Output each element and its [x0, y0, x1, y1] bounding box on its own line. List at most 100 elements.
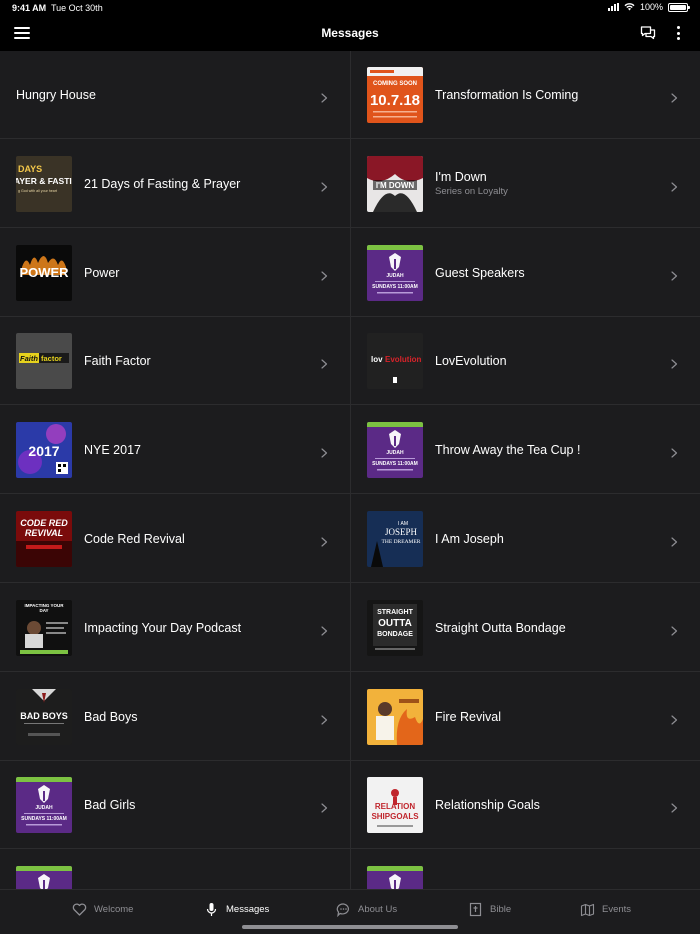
message-artwork	[367, 688, 423, 745]
svg-text:10.7.18: 10.7.18	[370, 92, 420, 109]
message-list-item[interactable]: I'M DOWN I'm Down Series on Loyalty	[351, 140, 700, 228]
status-bar: 9:41 AM Tue Oct 30th 100%	[0, 0, 700, 16]
svg-text:SUNDAYS 11:00AM: SUNDAYS 11:00AM	[372, 284, 418, 290]
message-title: I'm Down	[435, 169, 487, 184]
message-list-item[interactable]: JUDAH SUNDAYS 11:00AM	[0, 850, 350, 889]
message-artwork: JUDAH SUNDAYS 11:00AM	[16, 866, 72, 889]
tab-bible[interactable]: Bible	[468, 900, 511, 918]
message-title: I Am Joseph	[435, 532, 504, 546]
chevron-right-icon	[671, 534, 678, 547]
svg-text:JUDAH: JUDAH	[35, 805, 53, 811]
chevron-right-icon	[321, 356, 328, 369]
message-list-item[interactable]: Hungry House	[0, 51, 350, 139]
chevron-right-icon	[321, 268, 328, 281]
message-list-item[interactable]: STRAIGHT OUTTA BONDAGE Straight Outta Bo…	[351, 584, 700, 672]
battery-percent: 100%	[639, 2, 663, 12]
message-list-item[interactable]: Faith factor Faith Factor	[0, 317, 350, 406]
message-list-item[interactable]: 2017 NYE 2017	[0, 406, 350, 495]
tab-label: Bible	[490, 903, 512, 915]
message-artwork: BAD BOYS	[16, 688, 72, 745]
message-title: Impacting Your Day Podcast	[84, 620, 242, 635]
microphone-icon	[206, 902, 217, 916]
cellular-signal-icon	[607, 3, 619, 11]
message-artwork: COMING SOON 10.7.18	[367, 67, 423, 123]
chevron-right-icon	[321, 179, 328, 192]
svg-text:OUTTA: OUTTA	[378, 618, 412, 629]
svg-text:POWER: POWER	[19, 265, 69, 280]
chat-icon[interactable]	[640, 25, 656, 41]
message-title: Bad Girls	[84, 798, 136, 813]
message-subtitle: Series on Loyalty	[435, 185, 508, 197]
tab-messages[interactable]: Messages	[204, 900, 269, 918]
navigation-bar: Messages	[0, 16, 700, 50]
message-artwork: I'M DOWN	[367, 155, 423, 212]
chevron-right-icon	[671, 623, 678, 636]
svg-text:SUNDAYS 11:00AM: SUNDAYS 11:00AM	[372, 461, 418, 467]
message-list-item[interactable]: POWER Power	[0, 229, 350, 317]
message-list-item[interactable]: RELATION SHIPGOALS Relationship Goals	[351, 761, 700, 850]
svg-text:STRAIGHT: STRAIGHT	[377, 609, 414, 616]
svg-text:DAYS: DAYS	[18, 164, 42, 174]
message-list-item[interactable]: JUDAH SUNDAYS 11:00AM Throw Away the Tea…	[351, 406, 700, 495]
message-title: LovEvolution	[435, 354, 507, 369]
message-artwork: RELATION SHIPGOALS	[367, 777, 423, 834]
map-icon	[580, 903, 595, 916]
speech-bubble-icon	[336, 902, 349, 917]
svg-text:CODE RED: CODE RED	[20, 518, 68, 528]
chevron-right-icon	[321, 90, 328, 103]
message-title: Straight Outta Bondage	[435, 620, 566, 635]
message-list-item[interactable]: JUDAH SUNDAYS 11:00AM Bad Girls	[0, 761, 350, 850]
svg-text:JUDAH: JUDAH	[386, 450, 404, 456]
message-artwork: CODE RED REVIVAL	[16, 511, 72, 567]
messages-list[interactable]: Hungry House DAYS AYER & FASTI g God wit…	[0, 51, 700, 889]
message-list-item[interactable]: Fire Revival	[351, 673, 700, 761]
chevron-right-icon	[671, 445, 678, 458]
chevron-right-icon	[671, 90, 678, 103]
chevron-right-icon	[321, 800, 328, 813]
svg-text:2017: 2017	[28, 443, 59, 459]
message-artwork: DAYS AYER & FASTI g God with all your he…	[16, 155, 72, 212]
chevron-right-icon	[321, 445, 328, 458]
tab-about-us[interactable]: About Us	[336, 900, 397, 918]
message-list-item[interactable]: DAYS AYER & FASTI g God with all your he…	[0, 140, 350, 228]
svg-text:JUDAH: JUDAH	[386, 273, 404, 279]
message-list-item[interactable]: lov Evolution LovEvolution	[351, 317, 700, 406]
message-list-item[interactable]: JUDAH SUNDAYS 11:00AM	[351, 850, 700, 889]
message-title: Code Red Revival	[84, 532, 185, 546]
more-options-icon[interactable]	[672, 25, 684, 41]
message-list-item[interactable]: CODE RED REVIVAL Code Red Revival	[0, 495, 350, 583]
message-title: Hungry House	[16, 88, 96, 102]
message-list-item[interactable]: IMPACTING YOUR DAY Impacting Your Day Po…	[0, 584, 350, 672]
status-time: 9:41 AM	[12, 3, 47, 13]
message-list-item[interactable]: I AM JOSEPH THE DREAMER I Am Joseph	[351, 495, 700, 583]
message-list-item[interactable]: JUDAH SUNDAYS 11:00AM Guest Speakers	[351, 229, 700, 317]
message-title: Faith Factor	[84, 354, 151, 369]
tab-label: About Us	[358, 903, 398, 915]
chevron-right-icon	[671, 356, 678, 369]
svg-text:BAD BOYS: BAD BOYS	[20, 711, 68, 721]
chevron-right-icon	[671, 712, 678, 725]
message-title: Relationship Goals	[435, 798, 540, 813]
svg-text:Faith: Faith	[20, 354, 38, 363]
bible-icon	[469, 902, 482, 916]
message-artwork: JUDAH SUNDAYS 11:00AM	[367, 866, 423, 889]
chevron-right-icon	[671, 179, 678, 192]
message-title: Transformation Is Coming	[435, 88, 579, 102]
message-list-item[interactable]: BAD BOYS Bad Boys	[0, 673, 350, 761]
message-title: Bad Boys	[84, 709, 138, 724]
chevron-right-icon	[321, 712, 328, 725]
chevron-right-icon	[321, 623, 328, 636]
svg-text:lov: lov	[371, 355, 383, 364]
tab-events[interactable]: Events	[580, 900, 631, 918]
tab-label: Messages	[226, 903, 270, 915]
message-artwork: IMPACTING YOUR DAY	[16, 599, 72, 656]
svg-text:DAY: DAY	[39, 608, 48, 613]
message-artwork: 2017	[16, 422, 72, 479]
svg-text:g God with all your heart: g God with all your heart	[18, 189, 57, 193]
message-artwork: Faith factor	[16, 333, 72, 390]
svg-text:SHIPGOALS: SHIPGOALS	[371, 812, 419, 821]
svg-text:I'M DOWN: I'M DOWN	[376, 181, 415, 190]
tab-welcome[interactable]: Welcome	[72, 900, 133, 918]
message-list-item[interactable]: COMING SOON 10.7.18 Transformation Is Co…	[351, 51, 700, 139]
tab-label: Welcome	[94, 903, 134, 915]
